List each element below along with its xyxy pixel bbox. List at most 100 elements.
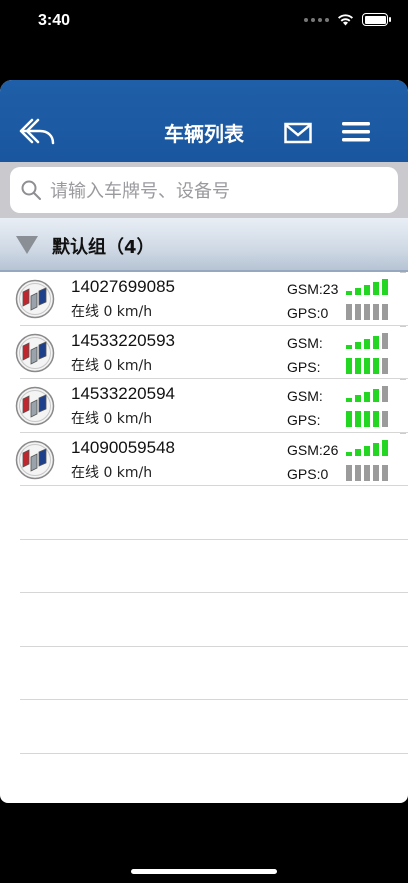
gps-signal-bar [373, 357, 379, 374]
gsm-signal-bar [382, 332, 388, 349]
mail-icon[interactable] [284, 122, 312, 144]
vehicle-plate: 14090059548 [71, 437, 176, 457]
gsm-label: GSM:23 [287, 281, 339, 297]
gsm-signal-bar [373, 282, 379, 295]
search-input[interactable]: 请输入车牌号、设备号 [10, 167, 398, 213]
empty-row [20, 486, 408, 540]
gsm-signal-bar [373, 335, 379, 349]
vehicle-list: 14027699085 在线 0 km/h GSM:23 GPS:0 14533220… [0, 272, 408, 754]
gps-signal-bar [373, 411, 379, 427]
status-bar: 3:40 [0, 0, 408, 44]
car-brand-logo [15, 279, 55, 319]
gsm-signal-bar [382, 279, 388, 295]
gsm-signal-bar [382, 386, 388, 402]
gsm-signal-bar [355, 448, 361, 456]
gsm-signal-icon [346, 438, 392, 456]
gps-signal-bar [373, 464, 379, 481]
row-edge-mark [400, 325, 406, 327]
gsm-signal-bar [382, 439, 388, 456]
vehicle-status: 在线 0 km/h [71, 411, 153, 427]
vehicle-plate: 14027699085 [71, 277, 176, 296]
status-icons [304, 13, 391, 26]
gsm-signal-icon [346, 277, 392, 295]
gps-signal-bar [355, 464, 361, 481]
gps-signal-icon [346, 463, 392, 481]
search-bar: 请输入车牌号、设备号 [0, 162, 408, 218]
gsm-signal-bar [355, 395, 361, 402]
gsm-label: GSM: [287, 388, 323, 404]
gsm-signal-bar [364, 392, 370, 402]
gps-label: GPS:0 [287, 465, 329, 482]
gps-signal-icon [346, 356, 392, 374]
gps-signal-bar [382, 411, 388, 427]
empty-row [20, 700, 408, 754]
gsm-signal-bar [355, 341, 361, 349]
vehicle-status: 在线 0 km/h [71, 304, 153, 320]
gsm-signal-icon [346, 331, 392, 349]
gps-signal-bar [355, 304, 361, 320]
row-edge-mark [400, 432, 406, 434]
gps-signal-bar [355, 357, 361, 374]
status-time: 3:40 [38, 12, 71, 29]
empty-row [20, 647, 408, 700]
gps-signal-bar [346, 411, 352, 427]
gsm-signal-icon [346, 384, 392, 402]
empty-row [20, 593, 408, 647]
car-brand-logo [15, 440, 55, 479]
gsm-label: GSM: [287, 334, 323, 351]
app-window: 车辆列表 请输入车牌号、设备号 默认组（4） 14027699085 在线 0 k… [0, 80, 408, 803]
collapse-triangle-icon[interactable] [16, 236, 38, 254]
home-indicator[interactable] [131, 869, 277, 874]
nav-bar: 车辆列表 [0, 80, 408, 162]
gsm-signal-bar [355, 288, 361, 295]
gps-label: GPS: [287, 412, 321, 428]
car-brand-logo [15, 333, 55, 372]
vehicle-row[interactable]: 14533220593 在线 0 km/h GSM: GPS: [15, 325, 408, 379]
gps-signal-bar [382, 304, 388, 320]
group-header[interactable]: 默认组（4） [0, 218, 408, 272]
vehicle-plate: 14533220594 [71, 384, 176, 403]
gps-label: GPS:0 [287, 305, 329, 321]
cellular-signal-icon [304, 17, 329, 22]
battery-icon [362, 13, 391, 26]
gsm-signal-bar [364, 338, 370, 349]
vehicle-row[interactable]: 14533220594 在线 0 km/h GSM: GPS: [15, 379, 408, 433]
gps-signal-bar [355, 411, 361, 427]
search-icon [21, 180, 41, 200]
gps-signal-bar [364, 357, 370, 374]
gps-signal-bar [346, 464, 352, 481]
gsm-signal-bar [364, 285, 370, 295]
gps-signal-bar [364, 464, 370, 481]
vehicle-row[interactable]: 14027699085 在线 0 km/h GSM:23 GPS:0 [15, 272, 408, 326]
empty-row [20, 540, 408, 593]
gsm-signal-bar [346, 398, 352, 402]
gsm-signal-bar [346, 291, 352, 295]
vehicle-status: 在线 0 km/h [71, 464, 153, 481]
vehicle-status: 在线 0 km/h [71, 357, 153, 374]
gps-signal-bar [346, 357, 352, 374]
hamburger-menu-icon[interactable] [341, 120, 371, 144]
vehicle-plate: 14533220593 [71, 330, 176, 350]
gsm-signal-bar [364, 445, 370, 456]
gps-signal-bar [364, 304, 370, 320]
row-edge-mark [400, 272, 406, 273]
gps-signal-icon [346, 302, 392, 320]
wifi-icon [338, 14, 353, 26]
gsm-signal-bar [373, 389, 379, 402]
gps-label: GPS: [287, 358, 321, 375]
gps-signal-bar [382, 464, 388, 481]
gps-signal-bar [364, 411, 370, 427]
gps-signal-bar [382, 357, 388, 374]
gsm-signal-bar [346, 344, 352, 349]
gps-signal-icon [346, 409, 392, 427]
row-edge-mark [400, 379, 406, 380]
vehicle-row[interactable]: 14090059548 在线 0 km/h GSM:26 GPS:0 [15, 432, 408, 486]
car-brand-logo [15, 386, 55, 426]
gsm-signal-bar [346, 451, 352, 456]
group-name: 默认组（4） [52, 237, 155, 258]
gps-signal-bar [373, 304, 379, 320]
gps-signal-bar [346, 304, 352, 320]
gsm-label: GSM:26 [287, 441, 339, 458]
gsm-signal-bar [373, 442, 379, 456]
search-placeholder: 请输入车牌号、设备号 [50, 181, 230, 202]
